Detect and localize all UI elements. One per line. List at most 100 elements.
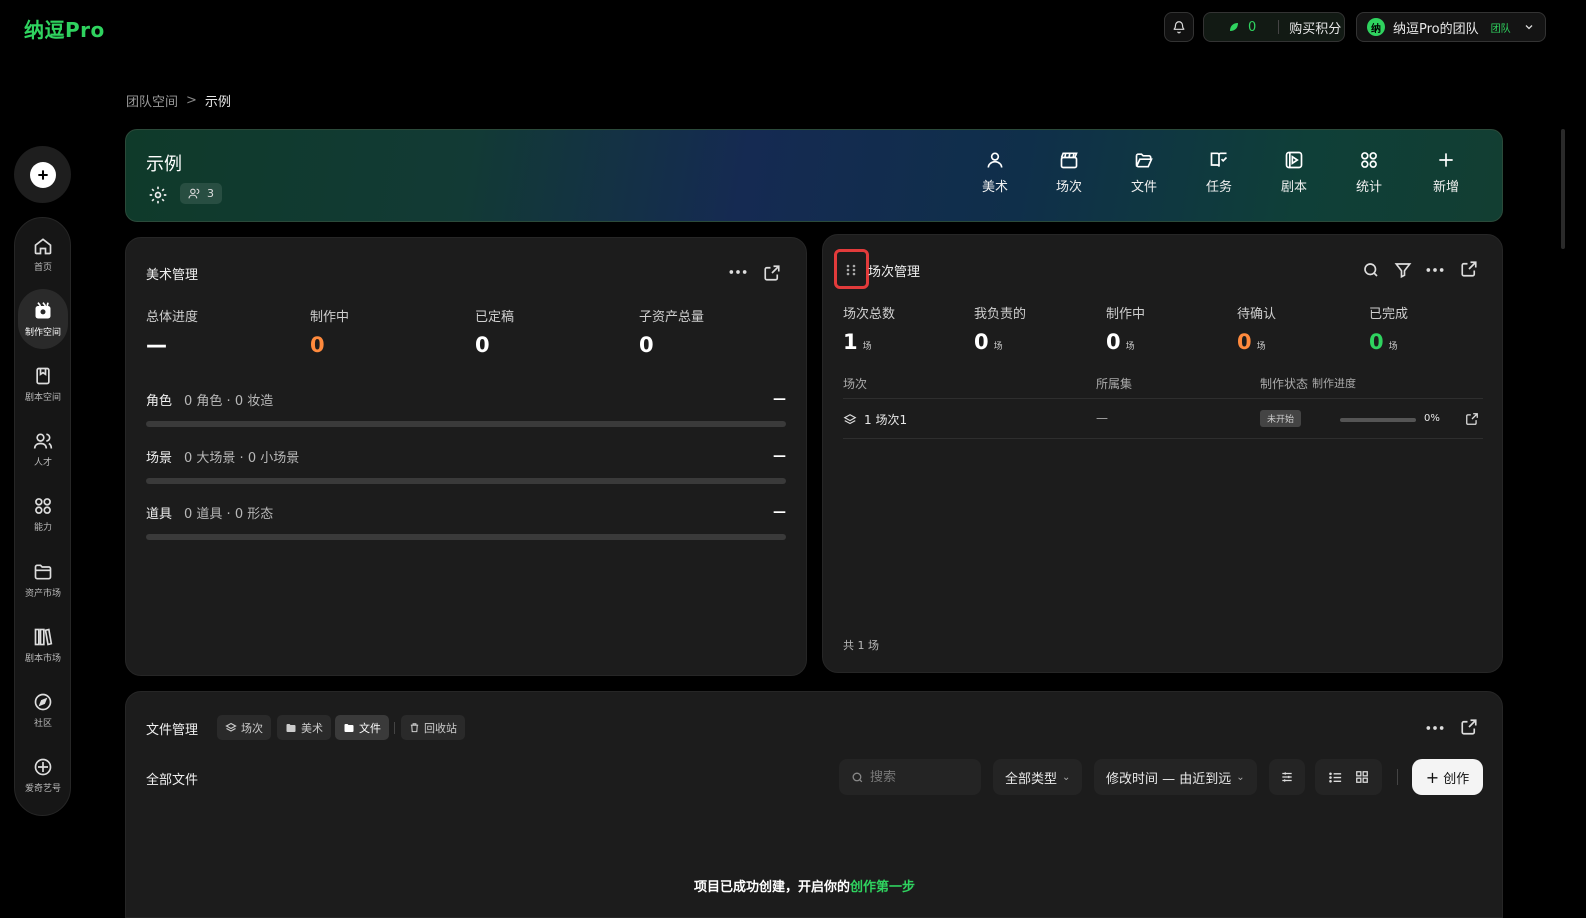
tool-tasks[interactable]: 任务 (1194, 150, 1244, 195)
tool-files[interactable]: 文件 (1119, 150, 1169, 195)
table-divider (843, 398, 1483, 399)
bell-icon (1173, 21, 1185, 34)
sliders-icon (1282, 772, 1292, 782)
team-tag: 团队 (1490, 23, 1511, 35)
library-icon (34, 627, 53, 646)
tool-label: 文件 (1130, 180, 1157, 195)
external-link-icon[interactable] (763, 264, 781, 282)
list-view-icon[interactable] (1328, 770, 1343, 785)
row-name: 角色 (146, 394, 173, 409)
more-icon[interactable] (1425, 263, 1445, 277)
art-row-props[interactable]: 道具 0 道具 · 0 形态 — (146, 503, 786, 540)
column-header[interactable]: 场次 (843, 375, 867, 392)
team-switcher[interactable]: 纳 纳逗Pro的团队 团队 (1356, 12, 1546, 42)
column-header[interactable]: 所属集 (1096, 375, 1132, 392)
breadcrumb: 团队空间 > 示例 (126, 91, 231, 110)
toolbar-divider (1397, 769, 1398, 785)
more-icon[interactable] (728, 265, 748, 279)
tab-files[interactable]: 文件 (335, 715, 389, 740)
stat-value: 0 (639, 333, 654, 357)
points-widget[interactable]: 0 购买积分 (1203, 12, 1345, 42)
notification-button[interactable] (1164, 12, 1194, 42)
sidebar-item-iqiyi[interactable]: 爱奇艺号 (18, 745, 68, 805)
layers-icon (225, 722, 237, 732)
tool-add[interactable]: 新增 (1421, 150, 1471, 195)
brand-logo[interactable]: 纳逗Pro (24, 14, 105, 43)
plus-icon (1439, 153, 1453, 167)
sidebar-item-label: 人才 (33, 457, 52, 468)
home-icon (34, 237, 52, 254)
member-count: 3 (207, 187, 214, 200)
sidebar-item-script-space[interactable]: 剧本空间 (18, 354, 68, 414)
tool-label: 剧本 (1280, 180, 1307, 195)
people-icon (33, 433, 53, 449)
column-header[interactable]: 制作状态 (1260, 375, 1308, 392)
progress-text: 0% (1424, 413, 1440, 424)
stat-my-scenes: 我负责的 0场 (974, 303, 1026, 354)
progress-bar (146, 421, 786, 427)
filter-settings-button[interactable] (1269, 759, 1305, 795)
stat-value: 0 (310, 333, 325, 357)
tool-label: 美术 (981, 180, 1008, 195)
sort-dropdown[interactable]: 修改时间 — 由近到远 ⌄ (1094, 759, 1257, 795)
sidebar-item-studio[interactable]: 制作空间 (18, 289, 68, 349)
drag-handle-highlight[interactable] (834, 249, 869, 289)
scene-name[interactable]: 1 场次1 (864, 411, 907, 428)
create-project-button[interactable] (14, 146, 71, 203)
filter-icon[interactable] (1394, 261, 1412, 279)
plus-icon: + (1425, 767, 1440, 787)
tool-stats[interactable]: 统计 (1344, 150, 1394, 195)
stat-value: 0 (475, 333, 490, 357)
people-icon (188, 188, 200, 199)
sidebar-item-abilities[interactable]: 能力 (18, 484, 68, 544)
sidebar-item-asset-market[interactable]: 资产市场 (18, 550, 68, 610)
sidebar-item-community[interactable]: 社区 (18, 680, 68, 740)
search-input[interactable] (870, 769, 970, 785)
tab-scenes[interactable]: 场次 (217, 715, 271, 740)
page-scrollbar[interactable] (1561, 129, 1565, 249)
stat-value: — (146, 333, 167, 357)
column-header[interactable]: 制作进度 (1312, 375, 1356, 391)
external-link-icon[interactable] (1460, 718, 1478, 736)
gear-icon[interactable] (148, 185, 168, 205)
sidebar-item-label: 剧本市场 (24, 653, 61, 664)
tab-art[interactable]: 美术 (277, 715, 331, 740)
art-row-characters[interactable]: 角色 0 角色 · 0 妆造 — (146, 390, 786, 427)
tool-art[interactable]: 美术 (970, 150, 1020, 195)
tab-trash[interactable]: 回收站 (401, 715, 465, 740)
trash-icon (410, 723, 419, 733)
row-meta: 0 大场景 · 0 小场景 (184, 451, 300, 466)
points-divider (1278, 20, 1280, 34)
tab-label: 美术 (301, 721, 323, 735)
sidebar-item-talent[interactable]: 人才 (18, 419, 68, 479)
table-row[interactable]: 1 场次1 — 未开始 0% (843, 405, 1483, 435)
row-meta: 0 角色 · 0 妆造 (184, 394, 274, 409)
breadcrumb-parent[interactable]: 团队空间 (126, 91, 178, 110)
file-search[interactable] (839, 759, 981, 795)
more-icon[interactable] (1425, 721, 1445, 735)
external-link-icon[interactable] (1460, 260, 1478, 278)
card-title: 文件管理 (146, 723, 199, 738)
create-button[interactable]: + 创作 (1412, 759, 1483, 795)
sidebar-item-home[interactable]: 首页 (18, 224, 68, 284)
sidebar-item-label: 社区 (33, 718, 52, 729)
tool-scenes[interactable]: 场次 (1044, 150, 1094, 195)
search-icon[interactable] (1362, 261, 1380, 279)
external-link-icon[interactable] (1465, 412, 1479, 426)
type-filter-dropdown[interactable]: 全部类型 ⌄ (993, 759, 1083, 795)
hint-link[interactable]: 创作第一步 (850, 880, 915, 895)
stat-value: 0 (1237, 330, 1252, 354)
members-badge[interactable]: 3 (180, 183, 222, 204)
chevron-down-icon: ⌄ (1062, 771, 1071, 783)
sidebar-item-label: 能力 (33, 522, 52, 533)
stat-label: 已定稿 (475, 310, 515, 325)
hint-text: 项目已成功创建，开启你的 (694, 880, 851, 895)
grid-view-icon[interactable] (1355, 770, 1369, 784)
buy-points-button[interactable]: 购买积分 (1289, 18, 1341, 37)
tool-script[interactable]: 剧本 (1269, 150, 1319, 195)
chevron-down-icon: ⌄ (1236, 771, 1245, 783)
project-banner: 示例 3 美术 场次 文件 任务 剧本 统计 新增 (125, 129, 1503, 222)
art-row-scenes[interactable]: 场景 0 大场景 · 0 小场景 — (146, 447, 786, 484)
sidebar-item-script-market[interactable]: 剧本市场 (18, 615, 68, 675)
stat-unit: 场 (1388, 342, 1398, 352)
